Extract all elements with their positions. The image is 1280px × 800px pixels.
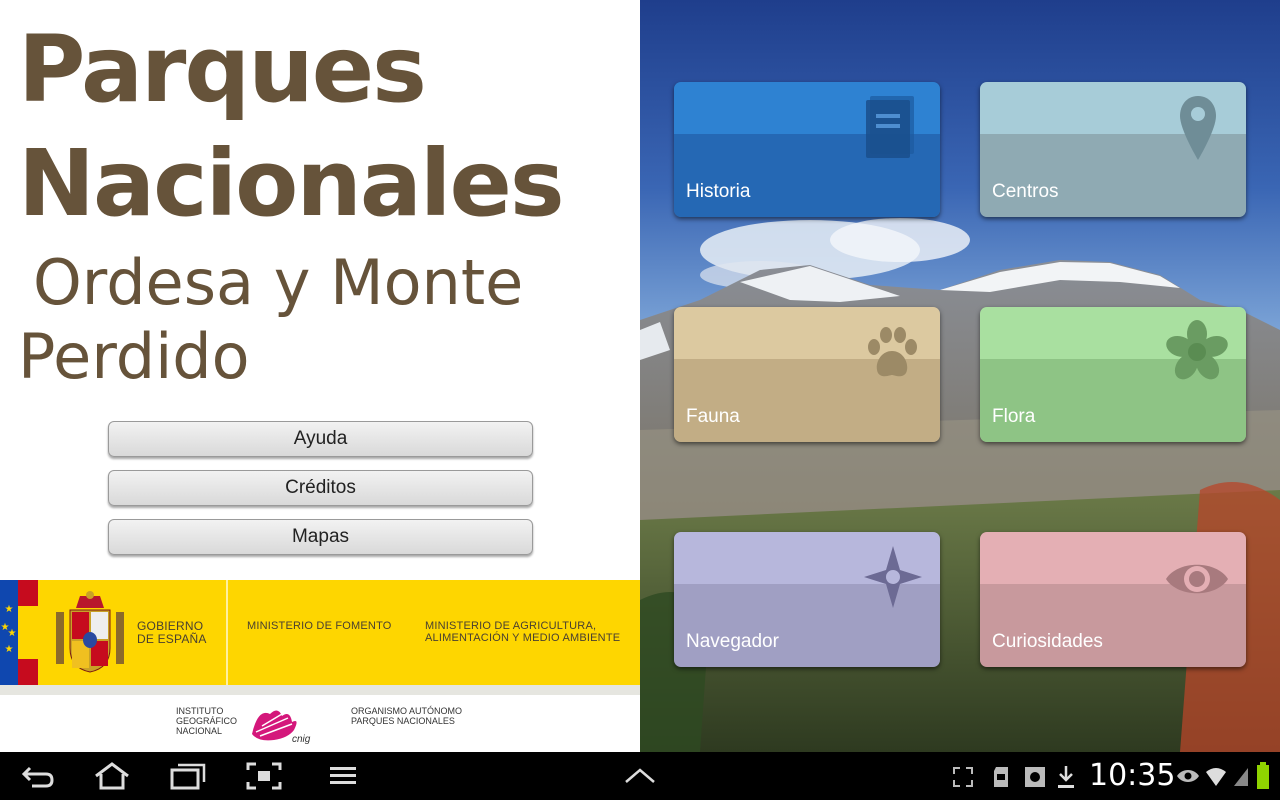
help-button[interactable]: Ayuda (108, 421, 533, 457)
credits-button[interactable]: Créditos (108, 470, 533, 506)
clock: 10:35 (1089, 758, 1176, 793)
spain-eu-flag-icon: ★ ★ ★ ★ (0, 580, 38, 685)
wifi-icon (1206, 768, 1226, 786)
app-title-line2: Nacionales (18, 130, 565, 237)
ign-line2: GEOGRÁFICO (176, 716, 238, 726)
paw-icon (868, 327, 917, 377)
tile-label: Centros (992, 181, 1059, 202)
expand-icon (953, 767, 973, 787)
tile-fauna[interactable]: Fauna (674, 307, 940, 442)
oapn-line2: PARQUES NACIONALES (351, 716, 455, 726)
home-icon[interactable] (92, 762, 132, 790)
park-name-line1: Ordesa y Monte (33, 246, 524, 319)
screenshot-icon[interactable] (246, 762, 282, 790)
tile-label: Flora (992, 406, 1036, 427)
tile-label: Fauna (686, 406, 740, 427)
tile-label: Navegador (686, 631, 779, 652)
divider-strip (0, 685, 640, 695)
ministerio-fomento: MINISTERIO DE FOMENTO (247, 620, 392, 632)
compass-icon (864, 546, 922, 608)
battery-icon (1257, 762, 1269, 789)
svg-text:★: ★ (5, 604, 14, 615)
tile-historia[interactable]: Historia (674, 82, 940, 217)
back-icon[interactable] (20, 762, 56, 790)
gallery-notification-icon (1025, 767, 1045, 787)
tile-curiosidades[interactable]: Curiosidades (980, 532, 1246, 667)
park-name-line2: Perdido (18, 320, 250, 393)
landscape-panel: Historia Centros Fauna Flora Navegador C… (640, 0, 1280, 752)
maps-button[interactable]: Mapas (108, 519, 533, 555)
cnig-text: cnig (292, 734, 311, 745)
location-pin-icon (1180, 96, 1216, 160)
oapn-line1: ORGANISMO AUTÓNOMO (351, 706, 463, 716)
system-navigation-bar: 10:35 (0, 752, 1280, 800)
signal-icon (1234, 768, 1248, 786)
tile-navegador[interactable]: Navegador (674, 532, 940, 667)
ign-line3: NACIONAL (176, 726, 223, 736)
svg-text:★: ★ (8, 628, 17, 639)
recent-apps-icon[interactable] (170, 762, 206, 790)
tile-label: Curiosidades (992, 631, 1103, 652)
app-title-line1: Parques (18, 16, 427, 123)
ign-line1: INSTITUTO (176, 706, 224, 716)
book-icon (866, 96, 914, 158)
tile-label: Historia (686, 181, 751, 202)
ministerio-agricultura-line2: ALIMENTACIÓN Y MEDIO AMBIENTE (425, 632, 621, 644)
svg-text:★: ★ (5, 644, 14, 655)
tile-flora[interactable]: Flora (980, 307, 1246, 442)
download-icon (1058, 766, 1074, 788)
cnig-logo-icon: cnig (252, 710, 311, 745)
sd-card-icon (994, 767, 1008, 787)
menu-icon[interactable] (328, 762, 358, 790)
coat-of-arms-icon (56, 591, 124, 673)
gobierno-line2: DE ESPAÑA (137, 632, 207, 646)
smart-stay-eye-icon (1177, 770, 1199, 782)
flower-icon (1166, 320, 1228, 380)
eye-icon (1166, 564, 1228, 594)
left-panel: Parques Nacionales Ordesa y Monte Perdid… (0, 0, 640, 752)
government-logo-band: ★ ★ ★ ★ GOBIERNO DE ESPAÑA MINISTERIO DE… (0, 580, 640, 685)
band-divider (226, 580, 228, 685)
tile-centros[interactable]: Centros (980, 82, 1246, 217)
ministerio-agricultura-line1: MINISTERIO DE AGRICULTURA, (425, 620, 597, 632)
chevron-up-icon[interactable] (624, 766, 656, 786)
